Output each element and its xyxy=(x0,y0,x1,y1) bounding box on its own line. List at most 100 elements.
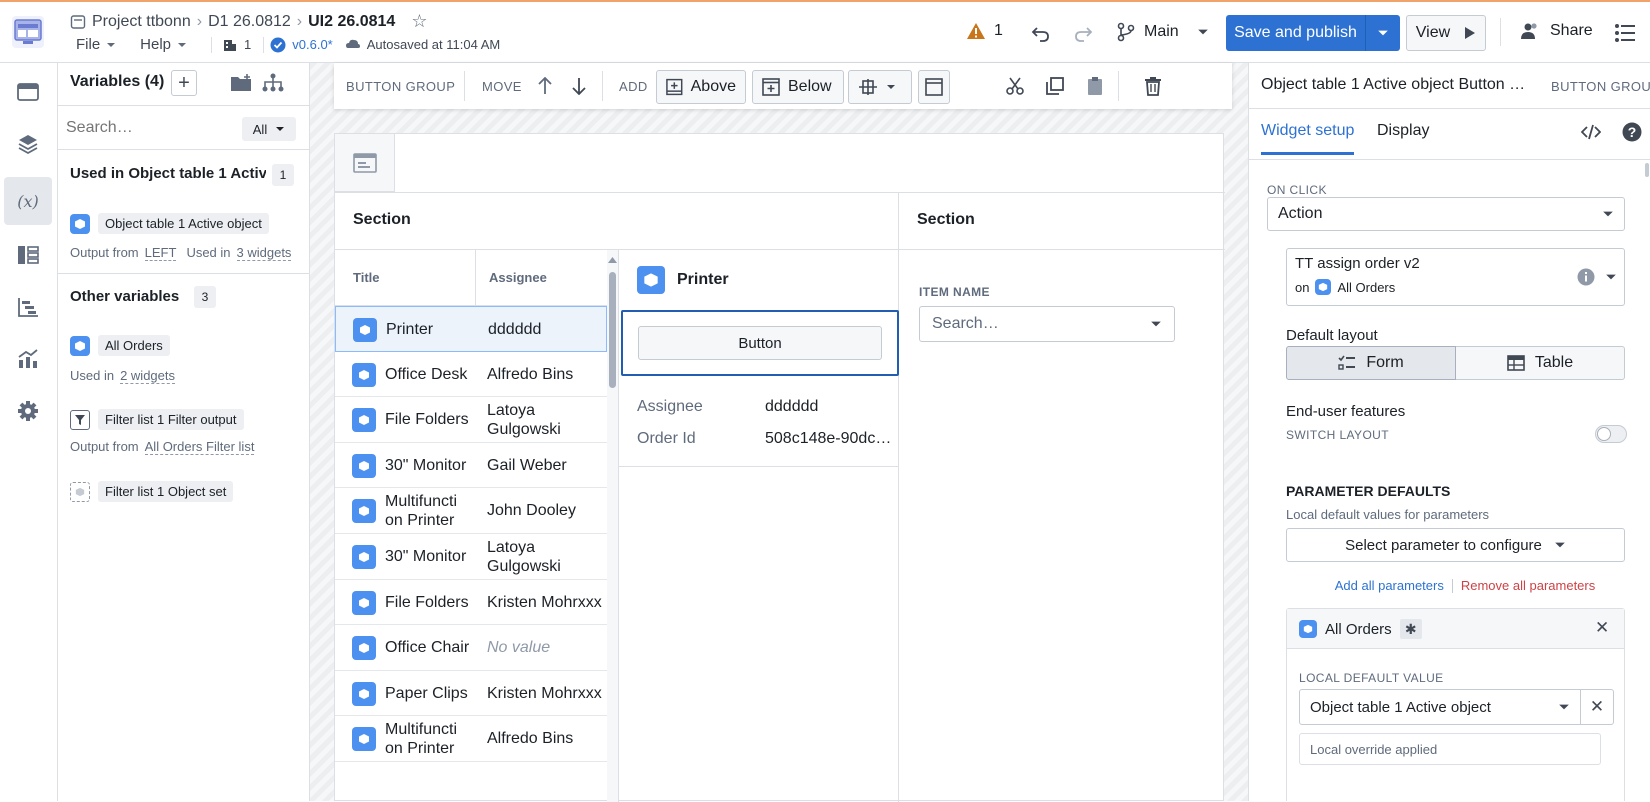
column-header-assignee[interactable]: Assignee xyxy=(489,270,547,285)
nav-pages-icon[interactable] xyxy=(4,68,52,116)
cut-scissors-icon[interactable] xyxy=(1004,75,1026,97)
nav-metrics-icon[interactable] xyxy=(4,335,52,383)
table-row[interactable]: 30" Monitor Latoya Gulgowski xyxy=(335,534,607,580)
filter-output-meta: Output from All Orders Filter list xyxy=(70,439,255,455)
switch-layout-toggle[interactable] xyxy=(1595,425,1627,443)
item-name-select[interactable]: Search… xyxy=(919,306,1175,342)
table-row[interactable]: Paper Clips Kristen Mohrxxx xyxy=(335,671,607,717)
remove-all-parameters-link[interactable]: Remove all parameters xyxy=(1461,578,1595,593)
menu-help[interactable]: Help xyxy=(140,36,171,53)
header-widget-icon[interactable] xyxy=(335,134,395,192)
new-folder-icon[interactable] xyxy=(230,73,252,93)
nav-layers-icon[interactable] xyxy=(4,120,52,168)
save-publish-button[interactable]: Save and publish xyxy=(1226,15,1366,51)
graph-icon[interactable] xyxy=(262,73,284,93)
widgets-link[interactable]: 2 widgets xyxy=(120,368,175,384)
local-default-select[interactable]: Object table 1 Active object xyxy=(1299,689,1581,725)
branch-selector[interactable]: Main xyxy=(1116,22,1209,42)
info-icon[interactable] xyxy=(1577,268,1595,286)
save-options-caret-icon[interactable] xyxy=(1366,15,1400,51)
section-right[interactable]: Section ITEM NAME Search… xyxy=(899,193,1225,802)
action-select[interactable]: TT assign order v2 on All Orders xyxy=(1286,248,1625,306)
move-down-arrow-icon[interactable] xyxy=(568,75,590,97)
select-parameter-button[interactable]: Select parameter to configure xyxy=(1286,528,1625,562)
paste-clipboard-icon[interactable] xyxy=(1084,75,1106,97)
layout-form-button[interactable]: Form xyxy=(1286,346,1456,380)
panel-scrollbar[interactable] xyxy=(1645,163,1649,177)
add-around-menu[interactable] xyxy=(848,70,912,104)
variables-panel: Variables (4) + All Used in Object table… xyxy=(58,63,310,801)
duplicate-icon[interactable] xyxy=(1044,75,1066,97)
button-group-selected[interactable]: Button xyxy=(621,310,899,376)
save-publish-group: Save and publish xyxy=(1226,15,1400,51)
warning-indicator[interactable]: 1 xyxy=(966,22,1003,40)
object-table[interactable]: Title Assignee Printer dddddd Office Desk A… xyxy=(335,250,618,802)
delete-trash-icon[interactable] xyxy=(1142,75,1164,97)
variable-active-object[interactable]: Object table 1 Active object xyxy=(70,213,269,234)
column-header-title[interactable]: Title xyxy=(353,270,380,285)
menu-file[interactable]: File xyxy=(76,36,100,53)
nav-variables-icon[interactable]: (x) xyxy=(4,177,52,225)
nav-widgets-icon[interactable] xyxy=(4,231,52,279)
table-scrollbar[interactable] xyxy=(607,250,618,802)
star-icon[interactable]: ☆ xyxy=(411,11,427,32)
variable-object-set[interactable]: Filter list 1 Object set xyxy=(70,481,234,502)
breadcrumb-folder[interactable]: D1 26.0812 xyxy=(208,13,291,31)
variable-search-input[interactable] xyxy=(66,113,234,143)
tab-display[interactable]: Display xyxy=(1377,122,1429,140)
cell-title: 30" Monitor xyxy=(385,548,467,565)
variable-name: All Orders xyxy=(98,335,170,356)
view-button[interactable]: View xyxy=(1406,15,1486,51)
table-row[interactable]: File Folders Latoya Gulgowski xyxy=(335,397,607,443)
select-value: Object table 1 Active object xyxy=(1310,698,1491,716)
table-row[interactable]: Multifuncti on Printer Alfredo Bins xyxy=(335,716,607,762)
property-value: 508c148e-90dc… xyxy=(765,430,892,447)
version-badge[interactable]: v0.6.0* xyxy=(292,37,332,52)
app-logo-icon[interactable] xyxy=(12,16,44,48)
view-label: View xyxy=(1415,24,1451,41)
cell-title: Printer xyxy=(386,321,434,338)
properties-icon[interactable] xyxy=(1612,20,1638,46)
object-cube-icon xyxy=(352,727,376,752)
share-button[interactable]: Share xyxy=(1520,22,1593,40)
add-all-parameters-link[interactable]: Add all parameters xyxy=(1335,578,1444,593)
widgets-link[interactable]: 3 widgets xyxy=(236,245,292,261)
object-view: Printer Button Assignee dddddd Order Id … xyxy=(618,250,899,802)
variable-all-orders[interactable]: All Orders xyxy=(70,335,170,356)
table-row[interactable]: Office Chair No value xyxy=(335,625,607,671)
add-above-button[interactable]: Above xyxy=(656,70,746,104)
table-row[interactable]: File Folders Kristen Mohrxxx xyxy=(335,580,607,626)
meta-label: Output from xyxy=(70,245,139,260)
table-row[interactable]: Multifuncti on Printer John Dooley xyxy=(335,488,607,534)
section-left[interactable]: Section Title Assignee Printer dddddd Offi… xyxy=(335,193,899,802)
clear-default-icon[interactable]: ✕ xyxy=(1580,689,1614,725)
chevron-right-icon: › xyxy=(296,12,303,30)
layout-table-button[interactable]: Table xyxy=(1456,346,1625,380)
source-link[interactable]: All Orders Filter list xyxy=(144,439,255,455)
variable-filter-output[interactable]: Filter list 1 Filter output xyxy=(70,409,244,430)
table-row[interactable]: Office Desk Alfredo Bins xyxy=(335,352,607,398)
nav-gantt-icon[interactable] xyxy=(4,283,52,331)
page-title[interactable]: UI2 26.0814 xyxy=(308,13,395,31)
table-row[interactable]: Printer dddddd xyxy=(335,306,607,352)
action-button[interactable]: Button xyxy=(638,326,882,360)
toolbar-widget-type: BUTTON GROUP xyxy=(346,79,456,94)
add-below-button[interactable]: Below xyxy=(752,70,844,104)
autosave-icon xyxy=(345,39,360,48)
on-click-select[interactable]: Action xyxy=(1267,197,1625,231)
wrap-section-button[interactable] xyxy=(918,70,950,104)
tab-widget-setup[interactable]: Widget setup xyxy=(1261,122,1355,155)
variable-filter-select[interactable]: All xyxy=(242,117,296,141)
help-icon[interactable]: ? xyxy=(1621,121,1643,143)
move-up-arrow-icon[interactable] xyxy=(534,75,556,97)
add-variable-plus-icon[interactable]: + xyxy=(171,70,197,96)
nav-settings-gear-icon[interactable] xyxy=(4,387,52,435)
redo-icon[interactable] xyxy=(1070,20,1096,46)
table-row[interactable]: 30" Monitor Gail Weber xyxy=(335,443,607,489)
scrollbar-thumb[interactable] xyxy=(609,272,616,388)
code-icon[interactable] xyxy=(1579,121,1603,143)
breadcrumb-project[interactable]: Project ttbonn xyxy=(92,13,191,31)
undo-icon[interactable] xyxy=(1028,20,1054,46)
close-parameter-icon[interactable]: ✕ xyxy=(1595,618,1609,638)
source-link[interactable]: LEFT xyxy=(144,245,177,261)
